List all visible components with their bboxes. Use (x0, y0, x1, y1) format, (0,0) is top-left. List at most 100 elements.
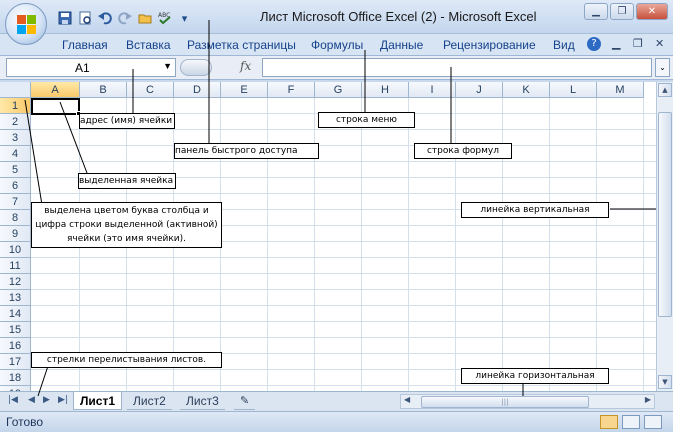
title-bar: ABC ▾ Лист Microsoft Office Excel (2) - … (0, 0, 673, 45)
callout-selected-cell: выделенная ячейка (78, 173, 176, 189)
tab-formulas[interactable]: Формулы (311, 38, 363, 52)
column-header[interactable]: A (31, 82, 80, 98)
grid-column-line (314, 98, 315, 391)
grid-column-line (549, 98, 550, 391)
grid-row-line (31, 257, 656, 258)
close-workbook-icon[interactable]: ✕ (655, 37, 664, 50)
office-button[interactable] (5, 3, 47, 45)
insert-sheet-icon[interactable]: ✎ (234, 392, 256, 410)
chevron-down-icon[interactable]: ▼ (163, 61, 172, 71)
row-header[interactable]: 9 (0, 226, 31, 242)
row-header[interactable]: 1 (0, 98, 31, 114)
grid-column-line (502, 98, 503, 391)
sheet-tab-2[interactable]: Лист2 (127, 392, 172, 410)
callout-quick-access: панель быстрого доступа (174, 143, 319, 159)
tab-data[interactable]: Данные (380, 38, 423, 52)
tab-view[interactable]: Вид (553, 38, 575, 52)
horizontal-scroll-thumb[interactable]: ||| (421, 396, 589, 408)
row-header[interactable]: 16 (0, 338, 31, 354)
print-preview-icon[interactable] (76, 10, 93, 27)
first-sheet-icon[interactable]: |◀ (8, 395, 18, 405)
column-header[interactable]: D (174, 82, 221, 98)
column-header[interactable]: M (597, 82, 644, 98)
grid-column-line (408, 98, 409, 391)
callout-vertical-scroll: линейка вертикальная (461, 202, 609, 218)
spelling-icon[interactable]: ABC (156, 10, 173, 27)
row-header[interactable]: 15 (0, 322, 31, 338)
row-header[interactable]: 7 (0, 194, 31, 210)
column-header[interactable]: J (456, 82, 503, 98)
tab-home[interactable]: Главная (62, 38, 108, 52)
scroll-up-icon[interactable]: ▲ (658, 83, 672, 97)
prev-sheet-icon[interactable]: ◀ (28, 395, 35, 405)
row-header[interactable]: 3 (0, 130, 31, 146)
undo-icon[interactable] (96, 10, 113, 27)
row-header[interactable]: 2 (0, 114, 31, 130)
column-header[interactable]: L (550, 82, 597, 98)
scroll-down-icon[interactable]: ▼ (658, 375, 672, 389)
column-header[interactable]: E (221, 82, 268, 98)
vertical-scrollbar[interactable]: ▲ ▼ (656, 82, 673, 391)
vertical-scroll-thumb[interactable] (658, 112, 672, 317)
grid-column-line (643, 98, 644, 391)
status-bar: Готово (0, 411, 673, 432)
row-header[interactable]: 10 (0, 242, 31, 258)
name-box[interactable]: A1 ▼ (6, 58, 176, 77)
menu-bar: Главная Вставка Разметка страницы Формул… (0, 34, 673, 56)
column-header[interactable]: B (80, 82, 127, 98)
tab-review[interactable]: Рецензирование (443, 38, 536, 52)
column-header[interactable]: F (268, 82, 315, 98)
row-header[interactable]: 5 (0, 162, 31, 178)
formula-input[interactable] (262, 58, 652, 77)
grid-row-line (31, 129, 656, 130)
expand-formula-bar-icon[interactable]: ⌄ (655, 58, 670, 77)
page-layout-view-icon[interactable] (622, 415, 640, 429)
column-header[interactable]: C (127, 82, 174, 98)
save-icon[interactable] (56, 10, 73, 27)
grid-row-line (31, 321, 656, 322)
minimize-button[interactable]: ▁ (584, 3, 608, 20)
insert-function-icon[interactable]: fx (240, 59, 251, 73)
page-break-view-icon[interactable] (644, 415, 662, 429)
formula-divider-handle[interactable] (180, 59, 212, 76)
scroll-left-icon[interactable]: ◀ (404, 395, 410, 404)
open-folder-icon[interactable] (136, 10, 153, 27)
normal-view-icon[interactable] (600, 415, 618, 429)
restore-workbook-icon[interactable]: ❐ (633, 37, 643, 50)
minimize-ribbon-icon[interactable]: ▁ (612, 37, 620, 50)
column-header[interactable]: I (409, 82, 456, 98)
window-title: Лист Microsoft Office Excel (2) - Micros… (260, 9, 537, 24)
grid-row-line (31, 337, 656, 338)
next-sheet-icon[interactable]: ▶ (43, 395, 50, 405)
column-header[interactable]: H (362, 82, 409, 98)
horizontal-scrollbar[interactable]: ◀ ||| ▶ (400, 394, 655, 409)
selected-cell[interactable] (31, 98, 80, 115)
scroll-right-icon[interactable]: ▶ (645, 395, 651, 404)
row-header[interactable]: 4 (0, 146, 31, 162)
callout-formula-bar: строка формул (414, 143, 512, 159)
redo-icon[interactable] (116, 10, 133, 27)
grid-row-line (31, 145, 656, 146)
office-logo-icon (17, 15, 37, 35)
sheet-tab-3[interactable]: Лист3 (180, 392, 225, 410)
last-sheet-icon[interactable]: ▶| (58, 395, 68, 405)
row-header[interactable]: 12 (0, 274, 31, 290)
customize-icon[interactable]: ▾ (176, 10, 193, 27)
row-header[interactable]: 13 (0, 290, 31, 306)
row-header[interactable]: 14 (0, 306, 31, 322)
column-header[interactable]: K (503, 82, 550, 98)
close-button[interactable]: ✕ (636, 3, 668, 20)
row-header[interactable]: 11 (0, 258, 31, 274)
select-all-corner[interactable] (0, 82, 31, 98)
tab-insert[interactable]: Вставка (126, 38, 171, 52)
tab-page-layout[interactable]: Разметка страницы (187, 38, 296, 52)
help-icon[interactable]: ? (587, 37, 601, 51)
restore-button[interactable]: ❐ (610, 3, 634, 20)
sheet-tab-1[interactable]: Лист1 (73, 392, 123, 410)
row-header[interactable]: 18 (0, 370, 31, 386)
column-header[interactable]: G (315, 82, 362, 98)
grid-row-line (31, 289, 656, 290)
row-header[interactable]: 6 (0, 178, 31, 194)
row-header[interactable]: 8 (0, 210, 31, 226)
row-header[interactable]: 17 (0, 354, 31, 370)
